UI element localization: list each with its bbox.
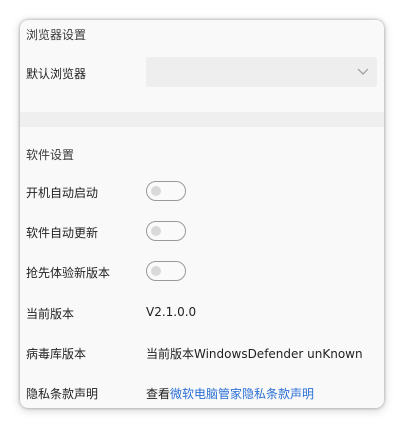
autoupdate-label: 软件自动更新	[26, 226, 99, 240]
privacy-statement: 查看微软电脑管家隐私条款声明	[146, 385, 314, 402]
toggle-knob	[151, 266, 161, 276]
version-value: V2.1.0.0	[146, 305, 197, 319]
privacy-label: 隐私条款声明	[26, 387, 99, 401]
chevron-down-icon	[357, 68, 369, 75]
privacy-link[interactable]: 微软电脑管家隐私条款声明	[170, 387, 314, 401]
toggle-knob	[151, 226, 161, 236]
privacy-prefix: 查看	[146, 387, 171, 401]
browser-settings-title: 浏览器设置	[26, 28, 87, 42]
virus-db-value: 当前版本WindowsDefender unKnown	[146, 347, 363, 361]
virus-db-label: 病毒库版本	[26, 347, 87, 361]
autostart-label: 开机自动启动	[26, 186, 99, 200]
software-settings-title: 软件设置	[26, 148, 75, 162]
autostart-toggle[interactable]	[146, 181, 186, 201]
default-browser-label: 默认浏览器	[26, 67, 87, 81]
settings-panel: 浏览器设置 默认浏览器 软件设置 开机自动启动 软件自动更新 抢先体验新版本 当…	[20, 20, 384, 408]
version-label: 当前版本	[26, 307, 75, 321]
toggle-knob	[151, 186, 161, 196]
beta-label: 抢先体验新版本	[26, 266, 111, 280]
beta-toggle[interactable]	[146, 261, 186, 281]
default-browser-select[interactable]	[146, 57, 377, 87]
section-divider	[20, 112, 384, 127]
autoupdate-toggle[interactable]	[146, 221, 186, 241]
